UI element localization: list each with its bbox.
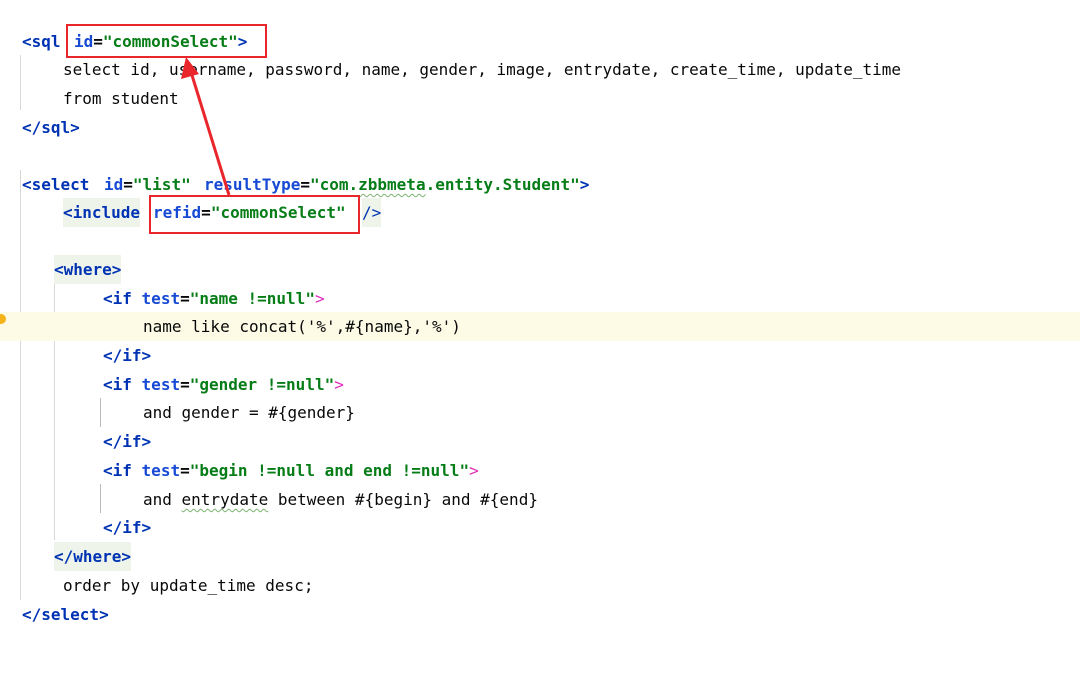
code-line[interactable]: </if> <box>0 427 1080 456</box>
sql-close-tag: </sql> <box>22 118 80 137</box>
sql-from-clause: from student <box>63 89 179 108</box>
sql-open-tag: <sql <box>22 32 61 51</box>
include-open-tag: <include <box>63 198 141 227</box>
code-line[interactable]: <if test="name !=null"> <box>0 284 1080 313</box>
include-close: /> <box>362 198 382 227</box>
select-open-tag: <select <box>22 175 90 194</box>
if-name-open-tag: <if test="name !=null"> <box>103 289 325 308</box>
if-gender-open-tag: <if test="gender !=null"> <box>103 375 344 394</box>
if-name-body: name like concat('%',#{name},'%') <box>143 317 461 336</box>
code-line[interactable]: <if test="begin !=null and end !=null"> <box>0 456 1080 485</box>
annotation-box-include-refid <box>149 195 360 234</box>
select-close-tag: </select> <box>22 605 109 624</box>
code-line[interactable]: </if> <box>0 341 1080 370</box>
code-line[interactable]: </select> <box>0 600 1080 629</box>
code-line[interactable]: select id, username, password, name, gen… <box>0 55 1080 84</box>
code-line[interactable]: order by update_time desc; <box>0 571 1080 600</box>
order-by-clause: order by update_time desc; <box>63 576 314 595</box>
code-editor[interactable]: <sql id="commonSelect"> select id, usern… <box>0 0 1080 649</box>
sql-select-columns: select id, username, password, name, gen… <box>63 60 902 79</box>
if-close-tag: </if> <box>103 518 152 537</box>
if-close-tag: </if> <box>103 432 152 451</box>
code-line[interactable]: </sql> <box>0 113 1080 142</box>
code-line[interactable]: and gender = #{gender} <box>0 398 1080 427</box>
code-line[interactable]: from student <box>0 84 1080 113</box>
code-line[interactable]: <where> <box>0 255 1080 284</box>
annotation-box-sql-id <box>66 24 267 58</box>
if-begin-end-open-tag: <if test="begin !=null and end !=null"> <box>103 461 479 480</box>
where-close-tag: </where> <box>54 542 132 571</box>
code-line-current[interactable]: name like concat('%',#{name},'%') <box>0 312 1080 341</box>
if-gender-body: and gender = #{gender} <box>143 403 355 422</box>
if-begin-end-body: and entrydate between #{begin} and #{end… <box>143 490 538 509</box>
code-line[interactable]: and entrydate between #{begin} and #{end… <box>0 485 1080 514</box>
code-line[interactable]: </if> <box>0 513 1080 542</box>
code-line[interactable]: <if test="gender !=null"> <box>0 370 1080 399</box>
if-close-tag: </if> <box>103 346 152 365</box>
code-line[interactable]: </where> <box>0 542 1080 571</box>
where-open-tag: <where> <box>54 255 122 284</box>
